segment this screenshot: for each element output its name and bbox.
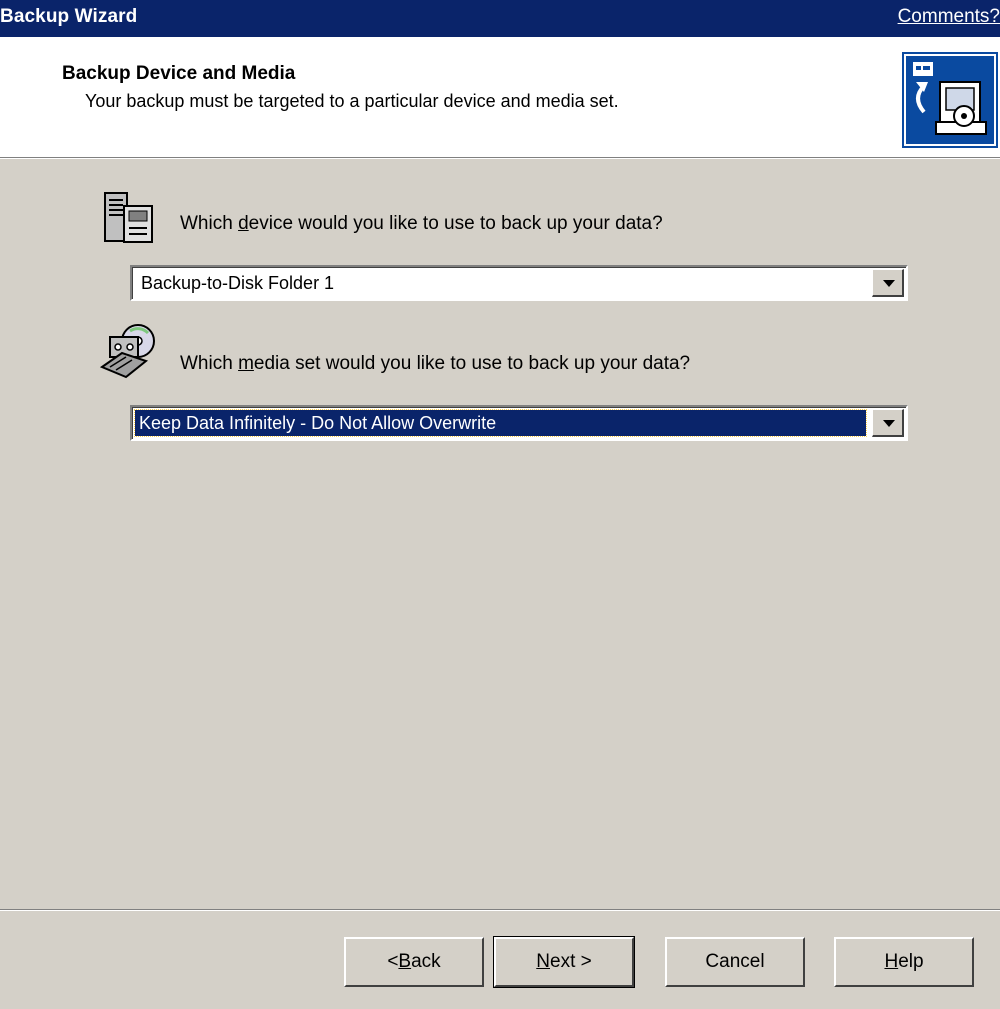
backup-wizard-icon [902,52,998,148]
help-button[interactable]: Help [834,937,974,987]
device-question-label: Which device would you like to use to ba… [180,213,663,234]
media-set-icon [100,324,155,379]
device-dropdown[interactable]: Backup-to-Disk Folder 1 [130,265,908,301]
media-dropdown-value: Keep Data Infinitely - Do Not Allow Over… [139,413,497,433]
device-dropdown-value: Backup-to-Disk Folder 1 [141,273,335,293]
next-button[interactable]: Next > [493,936,635,988]
comments-link[interactable]: Comments? [898,6,1000,28]
page-subtitle: Your backup must be targeted to a partic… [85,91,619,111]
media-dropdown-arrow[interactable] [872,409,904,437]
back-button[interactable]: < Back [344,937,484,987]
window-title: Backup Wizard [0,6,138,27]
cancel-button[interactable]: Cancel [665,937,805,987]
wizard-header: Backup Device and Media Your backup must… [0,37,1000,157]
title-bar: Backup Wizard Comments? [0,0,1000,37]
page-title: Backup Device and Media [62,63,296,84]
media-question-label: Which media set would you like to use to… [180,353,691,374]
device-dropdown-arrow[interactable] [872,269,904,297]
server-device-icon [104,192,153,243]
media-dropdown[interactable]: Keep Data Infinitely - Do Not Allow Over… [130,405,908,441]
